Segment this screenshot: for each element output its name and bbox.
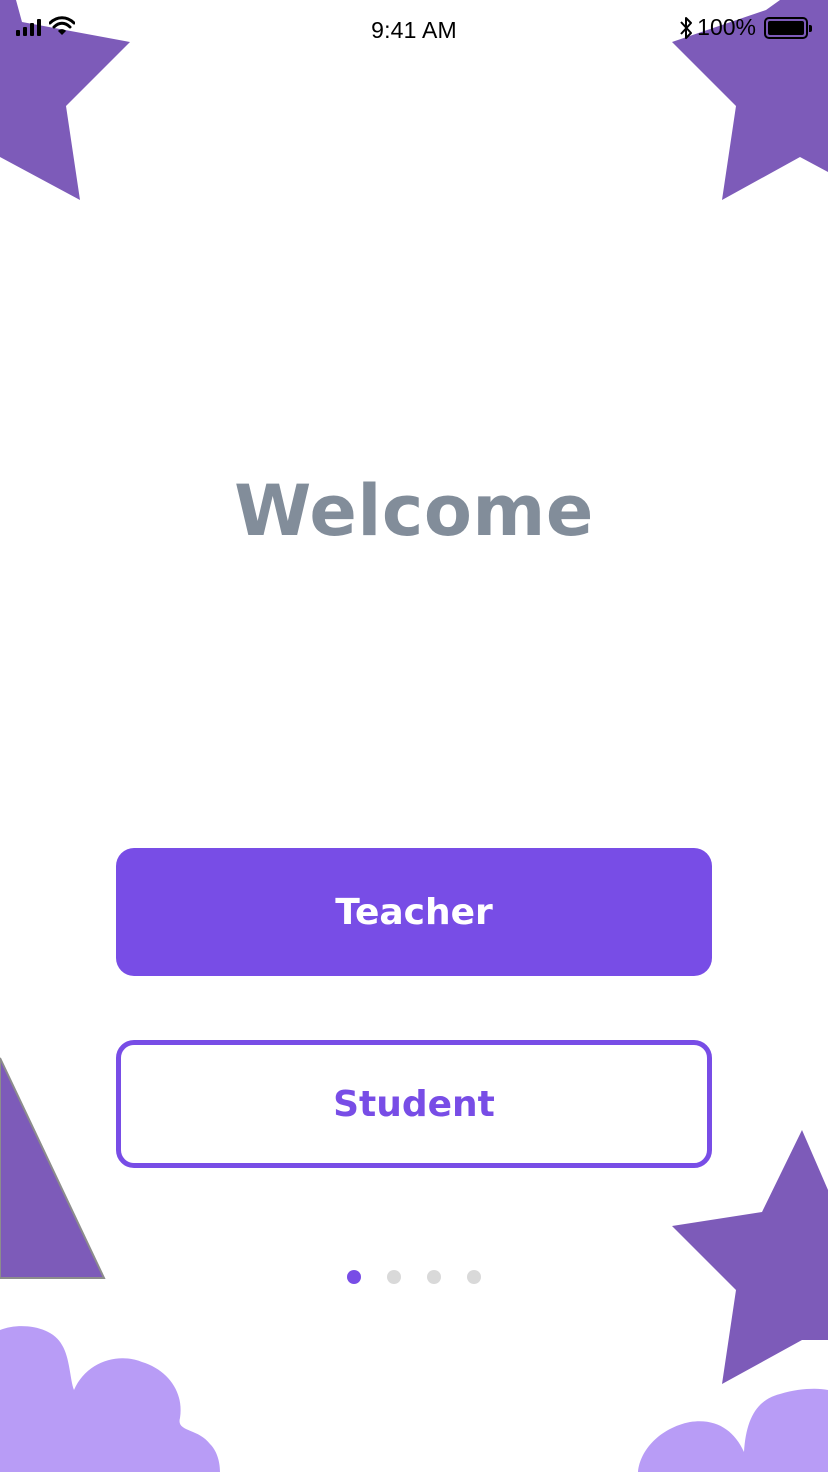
status-bar: 9:41 AM 100% bbox=[0, 0, 828, 60]
student-button-label: Student bbox=[333, 1083, 495, 1125]
star-shape-bottom-right bbox=[672, 1130, 828, 1384]
cloud-shape-bottom-left bbox=[0, 1326, 220, 1472]
page-indicator bbox=[0, 1270, 828, 1284]
triangle-shape-left bbox=[0, 1057, 106, 1279]
page-dot-2[interactable] bbox=[387, 1270, 401, 1284]
background-decoration bbox=[0, 0, 828, 1472]
teacher-button-label: Teacher bbox=[335, 891, 493, 933]
welcome-title: Welcome bbox=[234, 470, 594, 552]
battery-icon bbox=[764, 16, 812, 39]
battery-percentage: 100% bbox=[697, 14, 756, 40]
teacher-button[interactable]: Teacher bbox=[116, 848, 712, 976]
page-dot-3[interactable] bbox=[427, 1270, 441, 1284]
page-dot-1[interactable] bbox=[347, 1270, 361, 1284]
student-button[interactable]: Student bbox=[116, 1040, 712, 1168]
page-dot-4[interactable] bbox=[467, 1270, 481, 1284]
status-right-group: 100% bbox=[679, 14, 812, 41]
cloud-shape-bottom-right bbox=[638, 1388, 828, 1472]
bluetooth-icon bbox=[680, 16, 693, 39]
